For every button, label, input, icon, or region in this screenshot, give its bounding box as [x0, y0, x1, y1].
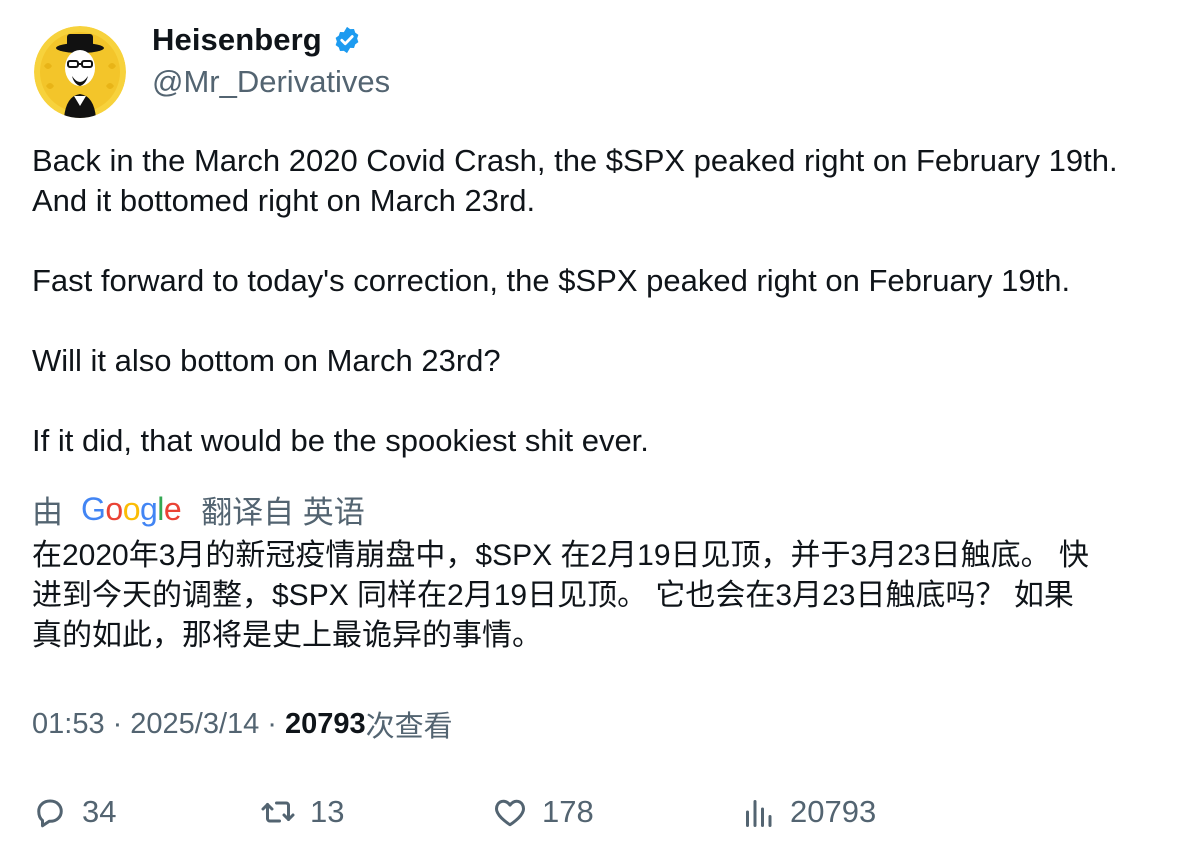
reply-button[interactable]: 34: [32, 790, 116, 834]
translated-from-label[interactable]: 翻译自 英语: [201, 487, 365, 532]
tweet-date[interactable]: 2025/3/14: [130, 708, 259, 741]
tweet-line: Back in the March 2020 Covid Crash, the …: [32, 143, 1118, 178]
google-logo-letter: e: [163, 490, 182, 527]
translation-attribution: 由 Google 翻译自 英语: [32, 487, 365, 531]
google-logo-letter: l: [157, 490, 164, 527]
author-handle[interactable]: @Mr_Derivatives: [152, 64, 390, 100]
views-label: 次查看: [365, 711, 453, 743]
translated-line: 进到今天的调整，$SPX 同样在2月19日见顶。 它也会在3月23日触底吗？ 如…: [32, 579, 1074, 612]
reply-count: 34: [82, 794, 117, 829]
repost-icon: [261, 801, 295, 823]
tweet-time[interactable]: 01:53: [32, 708, 105, 741]
like-button[interactable]: 178: [492, 790, 594, 834]
reply-icon: [37, 799, 63, 828]
views-count: 20793: [284, 707, 366, 740]
translated-by-label: 由: [32, 494, 63, 530]
views-button[interactable]: 20793: [740, 790, 876, 834]
meta-separator: ·: [267, 707, 277, 740]
avatar[interactable]: [34, 26, 126, 118]
repost-count: 13: [310, 794, 345, 829]
tweet-line: If it did, that would be the spookiest s…: [32, 423, 649, 458]
author-name-block: Heisenberg @Mr_Derivatives: [152, 22, 390, 100]
heisenberg-avatar-icon: [34, 26, 126, 118]
views-bar-icon: [746, 800, 772, 827]
verified-badge-icon: [332, 25, 362, 55]
tweet-line: Fast forward to today's correction, the …: [32, 263, 1071, 298]
translated-line: 真的如此，那将是史上最诡异的事情。: [32, 619, 542, 652]
repost-button[interactable]: 13: [260, 790, 344, 834]
tweet-text: Back in the March 2020 Covid Crash, the …: [32, 141, 1172, 461]
tweet-line: And it bottomed right on March 23rd.: [32, 183, 536, 218]
google-logo[interactable]: Google: [81, 490, 182, 528]
tweet-meta: 01:53 · 2025/3/14 · 20793 次查看: [32, 704, 453, 744]
heart-icon: [495, 799, 525, 827]
tweet-line: Will it also bottom on March 23rd?: [32, 343, 501, 378]
views-action-count: 20793: [790, 794, 877, 829]
display-name[interactable]: Heisenberg: [152, 22, 322, 58]
like-count: 178: [542, 794, 594, 829]
tweet-header: Heisenberg @Mr_Derivatives: [32, 22, 632, 120]
translated-text: 在2020年3月的新冠疫情崩盘中，$SPX 在2月19日见顶，并于3月23日触底…: [32, 536, 1172, 656]
google-logo-letter: o: [105, 490, 123, 527]
display-name-row: Heisenberg: [152, 22, 390, 58]
translated-line: 在2020年3月的新冠疫情崩盘中，$SPX 在2月19日见顶，并于3月23日触底…: [32, 539, 1089, 572]
meta-separator: ·: [112, 707, 123, 740]
google-logo-letter: g: [139, 490, 158, 527]
google-logo-letter: G: [81, 490, 106, 527]
action-bar: 34 13 178 20793: [32, 790, 1172, 834]
google-logo-letter: o: [122, 490, 141, 527]
